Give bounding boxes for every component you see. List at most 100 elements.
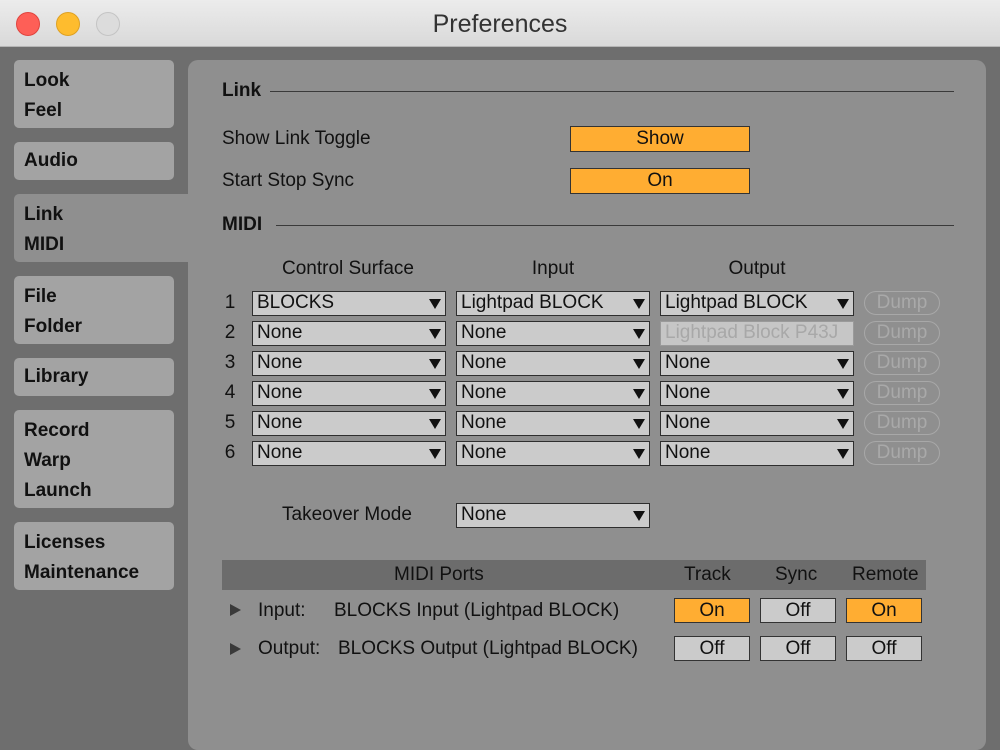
input-dropdown[interactable]: None <box>456 381 650 406</box>
control-surface-dropdown[interactable]: None <box>252 381 446 406</box>
dropdown-value: None <box>461 412 507 433</box>
preferences-panel: Link Show Link Toggle Show Start Stop Sy… <box>188 60 986 750</box>
row-number: 4 <box>224 382 236 403</box>
control-surface-dropdown[interactable]: None <box>252 351 446 376</box>
dump-button[interactable]: Dump <box>864 441 940 465</box>
chevron-down-icon <box>837 359 849 369</box>
tab-label: Library <box>24 366 89 387</box>
dropdown-value: None <box>257 442 303 463</box>
chevron-down-icon <box>837 419 849 429</box>
dropdown-value: None <box>665 352 711 373</box>
control-surface-dropdown[interactable]: BLOCKS <box>252 291 446 316</box>
control-surface-dropdown[interactable]: None <box>252 411 446 436</box>
column-header-input: Input <box>531 258 575 279</box>
chevron-down-icon <box>429 359 441 369</box>
input-dropdown[interactable]: None <box>456 441 650 466</box>
row-number: 3 <box>224 352 236 373</box>
show-link-toggle-label: Show Link Toggle <box>222 128 371 149</box>
chevron-down-icon <box>429 329 441 339</box>
dropdown-value: None <box>257 322 303 343</box>
input-dropdown[interactable]: None <box>456 321 650 346</box>
input-dropdown[interactable]: None <box>456 411 650 436</box>
dump-button[interactable]: Dump <box>864 381 940 405</box>
dropdown-value: None <box>665 442 711 463</box>
expand-triangle-icon[interactable] <box>230 604 241 616</box>
remote-column-header: Remote <box>852 564 919 585</box>
dropdown-value: BLOCKS <box>257 292 335 313</box>
output-dropdown[interactable]: Lightpad BLOCK <box>660 291 854 316</box>
dropdown-value: Lightpad BLOCK <box>461 292 604 313</box>
output-dropdown[interactable]: None <box>660 441 854 466</box>
row-number: 1 <box>224 292 236 313</box>
chevron-down-icon <box>633 359 645 369</box>
takeover-mode-label: Takeover Mode <box>282 504 412 525</box>
dropdown-value: None <box>461 352 507 373</box>
tab-audio[interactable]: Audio <box>14 142 174 180</box>
dropdown-value: None <box>461 504 507 525</box>
chevron-down-icon <box>429 389 441 399</box>
output-dropdown[interactable]: None <box>660 351 854 376</box>
dump-button[interactable]: Dump <box>864 411 940 435</box>
section-title-link: Link <box>222 80 262 101</box>
track-toggle[interactable]: On <box>674 598 750 623</box>
dump-button[interactable]: Dump <box>864 321 940 345</box>
input-dropdown[interactable]: None <box>456 351 650 376</box>
port-name: BLOCKS Input (Lightpad BLOCK) <box>334 600 620 621</box>
show-link-toggle-button[interactable]: Show <box>570 126 750 152</box>
tab-label: Folder <box>24 316 83 337</box>
port-name: BLOCKS Output (Lightpad BLOCK) <box>338 638 638 659</box>
dropdown-value: None <box>461 382 507 403</box>
dropdown-value: None <box>461 322 507 343</box>
row-number: 5 <box>224 412 236 433</box>
dump-button[interactable]: Dump <box>864 351 940 375</box>
tab-label: Licenses <box>24 532 106 553</box>
row-number: 2 <box>224 322 236 343</box>
dropdown-value: None <box>257 382 303 403</box>
tab-label: Link <box>24 204 64 225</box>
row-number: 6 <box>224 442 236 463</box>
dropdown-value: Lightpad BLOCK <box>665 292 808 313</box>
tab-library[interactable]: Library <box>14 358 174 396</box>
chevron-down-icon <box>837 389 849 399</box>
chevron-down-icon <box>429 449 441 459</box>
sync-toggle[interactable]: Off <box>760 636 836 661</box>
sync-toggle[interactable]: Off <box>760 598 836 623</box>
track-toggle[interactable]: Off <box>674 636 750 661</box>
tab-label: Feel <box>24 100 63 121</box>
chevron-down-icon <box>837 299 849 309</box>
tab-licenses-maintenance[interactable]: Licenses Maintenance <box>14 522 174 590</box>
dropdown-value: None <box>461 442 507 463</box>
tab-label: File <box>24 286 57 307</box>
expand-triangle-icon[interactable] <box>230 643 241 655</box>
port-direction-label: Input: <box>258 600 306 621</box>
sidebar: Look Feel Audio Link MIDI File Folder Li… <box>0 47 188 736</box>
midi-ports-header: MIDI Ports Track Sync Remote <box>222 560 926 590</box>
output-dropdown: Lightpad Block P43J <box>660 321 854 346</box>
output-dropdown[interactable]: None <box>660 411 854 436</box>
tab-record-warp-launch[interactable]: Record Warp Launch <box>14 410 174 508</box>
tab-label: Look <box>24 70 70 91</box>
dump-button[interactable]: Dump <box>864 291 940 315</box>
section-title-midi: MIDI <box>222 214 263 235</box>
chevron-down-icon <box>633 299 645 309</box>
tab-file-folder[interactable]: File Folder <box>14 276 174 344</box>
input-dropdown[interactable]: Lightpad BLOCK <box>456 291 650 316</box>
control-surface-dropdown[interactable]: None <box>252 441 446 466</box>
start-stop-sync-button[interactable]: On <box>570 168 750 194</box>
track-column-header: Track <box>684 564 731 585</box>
chevron-down-icon <box>633 329 645 339</box>
output-dropdown[interactable]: None <box>660 381 854 406</box>
tab-look-feel[interactable]: Look Feel <box>14 60 174 128</box>
takeover-mode-dropdown[interactable]: None <box>456 503 650 528</box>
remote-toggle[interactable]: On <box>846 598 922 623</box>
midi-ports-column-header: MIDI Ports <box>394 564 484 585</box>
title-bar: Preferences <box>0 0 1000 47</box>
chevron-down-icon <box>633 511 645 521</box>
column-header-control-surface: Control Surface <box>281 258 414 279</box>
remote-toggle[interactable]: Off <box>846 636 922 661</box>
tab-label: Audio <box>24 150 78 171</box>
control-surface-dropdown[interactable]: None <box>252 321 446 346</box>
tab-label: MIDI <box>24 234 65 255</box>
tab-link-midi[interactable]: Link MIDI <box>14 194 188 262</box>
port-direction-label: Output: <box>258 638 321 659</box>
